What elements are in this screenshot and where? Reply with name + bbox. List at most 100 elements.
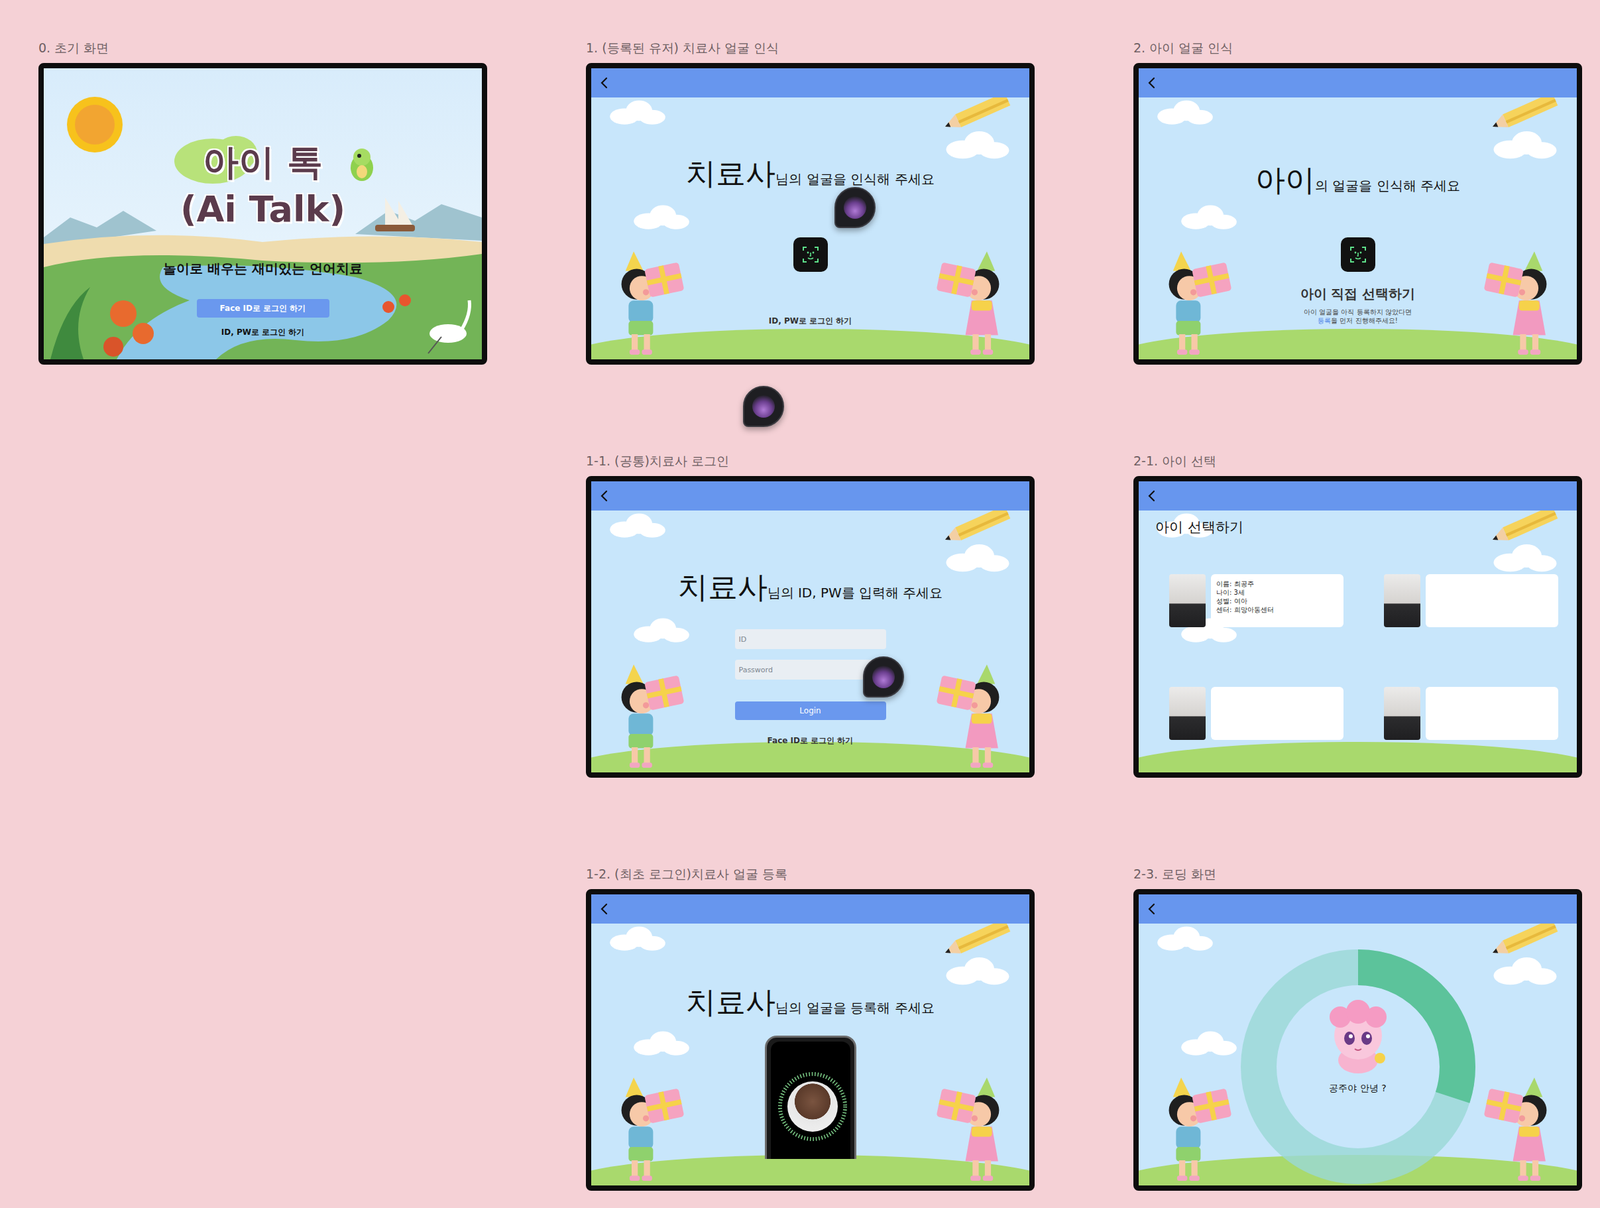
artboard: 0. 초기 화면아이 톡(Ai Talk)놀이로 배우는 재미있는 언어치료Fa… [38, 39, 488, 365]
boy-with-gift-illustration [620, 1073, 692, 1183]
scene: 공주야 안녕 ? [1138, 923, 1577, 1186]
face-register-content: 치료사님의 얼굴을 등록해 주세요 [591, 923, 1030, 1159]
child-photo [1169, 573, 1206, 628]
cloud-icon [608, 924, 667, 952]
tablet-frame: 아이의 얼굴을 인식해 주세요아이 직접 선택하기아이 얼굴을 아직 등록하지 … [1133, 62, 1583, 365]
design-canvas: 0. 초기 화면아이 톡(Ai Talk)놀이로 배우는 재미있는 언어치료Fa… [0, 0, 1600, 1208]
screen-heading: 치료사님의 얼굴을 인식해 주세요 [685, 157, 934, 197]
face-photo [787, 1081, 838, 1132]
cloud-icon [944, 129, 1011, 160]
cloud-icon [944, 955, 1011, 986]
artboard-label: 2-3. 로딩 화면 [1133, 865, 1583, 889]
child-info-line: 센터: 희망아동센터 [1216, 605, 1339, 614]
id-pw-login-link[interactable]: ID, PW로 로그인 하기 [768, 315, 853, 327]
artboard-label: 1. (등록된 유저) 치료사 얼굴 인식 [585, 39, 1035, 63]
back-chevron-icon[interactable] [597, 902, 612, 916]
scene: 치료사님의 얼굴을 인식해 주세요 ID, PW로 로그인 하기 [591, 97, 1030, 360]
app-screen: 치료사님의 얼굴을 인식해 주세요 ID, PW로 로그인 하기 [591, 68, 1030, 360]
app-logo-subtitle: (Ai Talk) [180, 189, 346, 230]
dragon-icon [350, 148, 374, 181]
artboard: 1-2. (최초 로그인)치료사 얼굴 등록치료사님의 얼굴을 등록해 주세요 [585, 865, 1035, 1191]
face-id-icon[interactable] [1340, 237, 1376, 272]
tablet-frame: 치료사님의 얼굴을 인식해 주세요 ID, PW로 로그인 하기 [585, 62, 1035, 365]
cloud-icon [1155, 924, 1215, 952]
app-screen: 아이 선택하기이름: 최공주나이: 3세성별: 여아센터: 희망아동센터 [1138, 481, 1577, 773]
face-id-login-link[interactable]: Face ID로 로그인 하기 [767, 735, 854, 746]
cloud-icon [608, 98, 667, 126]
girl-with-gift-illustration [928, 660, 1001, 770]
child-photo [1169, 686, 1206, 740]
grass-hill [1138, 328, 1577, 360]
child-photo [1383, 686, 1421, 740]
register-link[interactable]: 등록 [1317, 316, 1331, 325]
back-chevron-icon[interactable] [597, 489, 612, 503]
artboard: 1-1. (공통)치료사 로그인치료사님의 ID, PW를 입력해 주세요 Log… [585, 452, 1035, 778]
app-screen: 공주야 안녕 ? [1138, 894, 1577, 1186]
cloud-icon [1491, 129, 1559, 160]
greeting-text: 공주야 안녕 ? [1328, 1081, 1386, 1094]
flowers-icon [50, 286, 411, 360]
artboard-label: 1-1. (공통)치료사 로그인 [585, 452, 1035, 476]
grass-hill [591, 328, 1030, 360]
splash-screen: 아이 톡(Ai Talk)놀이로 배우는 재미있는 언어치료Face ID로 로… [43, 68, 482, 360]
artboard-grid: 0. 초기 화면아이 톡(Ai Talk)놀이로 배우는 재미있는 언어치료Fa… [0, 0, 1600, 1191]
app-logo-title: 아이 톡 [202, 142, 323, 183]
pencil-icon [1486, 510, 1559, 547]
face-id-icon[interactable] [793, 237, 828, 272]
back-chevron-icon[interactable] [1145, 489, 1159, 503]
top-bar [1138, 894, 1577, 924]
select-child-manually-link[interactable]: 아이 직접 선택하기 [1300, 285, 1416, 303]
child-select-content: 아이 선택하기이름: 최공주나이: 3세성별: 여아센터: 희망아동센터 [1138, 510, 1577, 740]
pencil-icon [1486, 97, 1559, 134]
app-screen: 아이의 얼굴을 인식해 주세요아이 직접 선택하기아이 얼굴을 아직 등록하지 … [1138, 68, 1577, 360]
child-info-line: 성별: 여아 [1216, 596, 1339, 606]
tablet-frame: 치료사님의 얼굴을 등록해 주세요 [585, 888, 1035, 1191]
cloud-icon [632, 1029, 691, 1056]
grass-hill [591, 741, 1030, 773]
scene: 치료사님의 얼굴을 등록해 주세요 [591, 923, 1030, 1186]
child-photo [1383, 573, 1421, 628]
tablet-frame: 공주야 안녕 ? [1133, 888, 1583, 1191]
artboard-label: 2. 아이 얼굴 인식 [1133, 39, 1583, 63]
scene: 아이 선택하기이름: 최공주나이: 3세성별: 여아센터: 희망아동센터 [1138, 510, 1577, 773]
cloud-icon [1179, 203, 1239, 230]
child-info-card [1210, 686, 1344, 740]
splash-content: 아이 톡(Ai Talk)놀이로 배우는 재미있는 언어치료Face ID로 로… [43, 68, 482, 338]
child-item[interactable] [1383, 686, 1559, 740]
top-bar [591, 481, 1030, 511]
princess-mascot-icon [1321, 996, 1395, 1077]
cloud-icon [1155, 98, 1215, 126]
register-note: 아이 얼굴을 아직 등록하지 않았다면등록을 먼저 진행해주세요! [1303, 307, 1412, 325]
phone-mockup [764, 1035, 857, 1159]
top-bar [591, 894, 1030, 924]
login-button[interactable]: Login [735, 701, 887, 720]
face-scan-content: 치료사님의 얼굴을 인식해 주세요 ID, PW로 로그인 하기 [591, 97, 1030, 327]
artboard-label: 0. 초기 화면 [38, 39, 488, 63]
face-id-login-button[interactable]: Face ID로 로그인 하기 [196, 298, 330, 318]
artboard: 2-3. 로딩 화면공주야 안녕 ? [1133, 865, 1583, 1191]
back-chevron-icon[interactable] [1145, 76, 1159, 90]
id-pw-login-link[interactable]: ID, PW로 로그인 하기 [221, 326, 305, 338]
comment-bubble[interactable] [742, 385, 785, 427]
login-content: 치료사님의 ID, PW를 입력해 주세요 Login Face ID로 로그인 하… [591, 510, 1030, 746]
artboard: 1. (등록된 유저) 치료사 얼굴 인식치료사님의 얼굴을 인식해 주세요 ID… [585, 39, 1035, 365]
back-chevron-icon[interactable] [597, 76, 612, 90]
boy-with-gift-illustration [1167, 1073, 1240, 1183]
child-item[interactable] [1383, 573, 1559, 628]
child-info-card [1425, 686, 1559, 740]
login-input[interactable] [735, 628, 887, 649]
artboard: 2-1. 아이 선택아이 선택하기이름: 최공주나이: 3세성별: 여아센터: … [1133, 452, 1583, 778]
child-item[interactable] [1169, 686, 1344, 740]
screen-heading: 치료사님의 얼굴을 등록해 주세요 [685, 985, 934, 1026]
comment-bubble[interactable] [834, 186, 876, 229]
child-item[interactable]: 이름: 최공주나이: 3세성별: 여아센터: 희망아동센터 [1169, 573, 1344, 628]
child-info-card: 이름: 최공주나이: 3세성별: 여아센터: 희망아동센터 [1210, 573, 1344, 628]
comment-bubble[interactable] [862, 656, 905, 698]
girl-with-gift-illustration [928, 1073, 1001, 1183]
loading-indicator: 공주야 안녕 ? [1240, 949, 1476, 1184]
boy-with-gift-illustration [620, 247, 692, 357]
cloud-icon [1179, 1029, 1239, 1056]
back-chevron-icon[interactable] [1145, 902, 1159, 916]
tablet-frame: 아이 선택하기이름: 최공주나이: 3세성별: 여아센터: 희망아동센터 [1133, 475, 1583, 778]
screen-heading: 치료사님의 ID, PW를 입력해 주세요 [678, 570, 944, 611]
